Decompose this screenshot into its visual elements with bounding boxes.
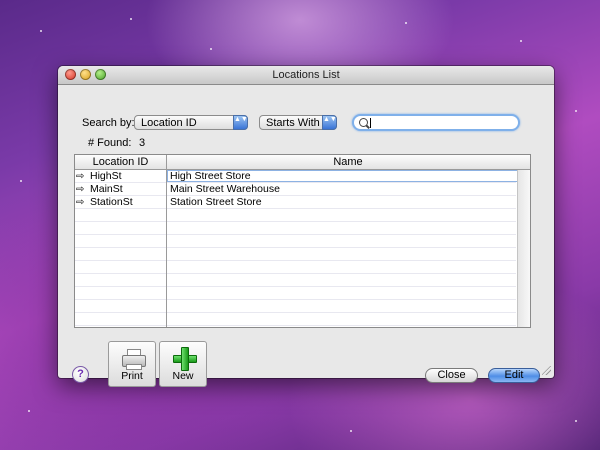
search-operator-value: Starts With <box>266 117 320 129</box>
text-caret <box>370 118 371 128</box>
empty-row <box>75 222 516 235</box>
search-by-label: Search by: <box>82 117 135 129</box>
window-content: Search by: Location ID ▲▼ Starts With ▲▼… <box>58 85 554 387</box>
printer-icon <box>122 349 146 370</box>
location-name-cell: High Street Store <box>167 170 524 182</box>
star <box>575 110 577 112</box>
star <box>40 30 42 32</box>
new-button-label: New <box>172 370 194 382</box>
search-operator-select[interactable]: Starts With ▲▼ <box>259 115 337 130</box>
star <box>575 420 577 422</box>
select-arrows-icon: ▲▼ <box>322 115 337 130</box>
empty-row <box>75 287 516 300</box>
table-row[interactable]: ⇨ MainSt Main Street Warehouse <box>75 183 516 196</box>
search-icon <box>359 118 368 127</box>
new-button[interactable]: New <box>159 341 207 387</box>
resize-grip-icon[interactable] <box>542 366 551 375</box>
locations-window: Locations List Search by: Location ID ▲▼… <box>58 66 554 387</box>
table-header: Location ID Name <box>75 155 530 170</box>
location-id-cell: ⇨ MainSt <box>76 183 166 196</box>
column-header-name[interactable]: Name <box>167 156 529 168</box>
empty-row <box>75 261 516 274</box>
empty-row <box>75 313 516 326</box>
column-header-location-id[interactable]: Location ID <box>75 156 166 168</box>
star <box>28 410 30 412</box>
found-label: # Found: <box>88 137 132 149</box>
star <box>210 48 212 50</box>
star <box>350 430 352 432</box>
row-arrow-icon[interactable]: ⇨ <box>76 197 88 209</box>
star <box>20 180 22 182</box>
location-name-cell: Main Street Warehouse <box>170 183 280 195</box>
star <box>405 22 407 24</box>
close-button[interactable]: Close <box>425 368 478 383</box>
empty-row <box>75 300 516 313</box>
location-id-cell: ⇨ HighSt <box>76 170 166 183</box>
search-field-value: Location ID <box>141 117 197 129</box>
search-input[interactable] <box>352 114 520 131</box>
column-divider <box>166 170 167 327</box>
location-id-text: StationSt <box>90 196 133 208</box>
location-id-cell: ⇨ StationSt <box>76 196 166 209</box>
search-field-select[interactable]: Location ID ▲▼ <box>134 115 248 130</box>
star <box>520 40 522 42</box>
table-row[interactable]: ⇨ StationSt Station Street Store <box>75 196 516 209</box>
plus-icon <box>173 347 197 371</box>
edit-button[interactable]: Edit <box>488 368 540 383</box>
empty-row <box>75 274 516 287</box>
found-count: 3 <box>139 137 146 149</box>
location-name-cell: Station Street Store <box>170 196 262 208</box>
help-button[interactable]: ? <box>72 366 89 383</box>
row-arrow-icon[interactable]: ⇨ <box>76 171 88 183</box>
table-body: ⇨ HighSt High Street Store ⇨ MainSt Main S… <box>75 170 524 326</box>
locations-table: Location ID Name ⇨ HighSt High Street Sto… <box>74 154 531 328</box>
window-title: Locations List <box>272 69 340 81</box>
row-arrow-icon[interactable]: ⇨ <box>76 184 88 196</box>
vertical-scrollbar[interactable] <box>517 170 530 327</box>
title-bar[interactable]: Locations List <box>58 66 554 85</box>
empty-row <box>75 248 516 261</box>
location-id-text: MainSt <box>90 183 123 195</box>
location-id-text: HighSt <box>90 170 122 182</box>
star <box>130 18 132 20</box>
empty-row <box>75 235 516 248</box>
print-button[interactable]: Print <box>108 341 156 387</box>
select-arrows-icon: ▲▼ <box>233 115 248 130</box>
print-button-label: Print <box>121 370 143 382</box>
table-row[interactable]: ⇨ HighSt High Street Store <box>75 170 524 183</box>
empty-row <box>75 209 516 222</box>
